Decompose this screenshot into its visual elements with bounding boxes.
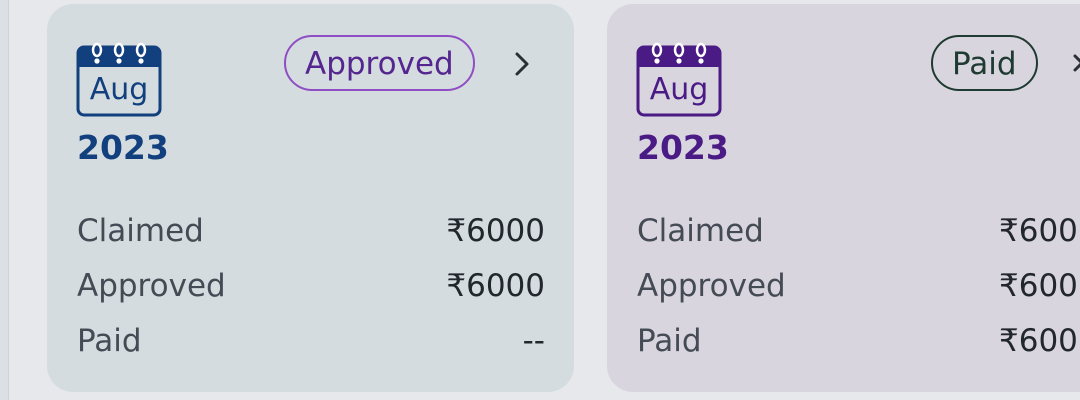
claimed-label: Claimed <box>637 213 764 249</box>
close-icon[interactable] <box>1070 50 1080 78</box>
paid-label: Paid <box>637 323 702 359</box>
approved-value: ₹6000 <box>446 268 545 304</box>
claimed-label: Claimed <box>77 213 204 249</box>
claimed-row: Claimed ₹6000 <box>77 211 545 251</box>
calendar-icon: Aug <box>76 41 162 117</box>
claim-year: 2023 <box>77 128 169 167</box>
paid-label: Paid <box>77 323 142 359</box>
approved-row: Approved ₹6000 <box>77 266 545 306</box>
paid-row: Paid -- <box>77 321 545 361</box>
claim-card-aug-2023-approved[interactable]: Aug 2023 Approved Claimed ₹6000 Approved… <box>47 4 574 392</box>
approved-label: Approved <box>637 268 786 304</box>
approved-value: ₹600 <box>999 268 1078 304</box>
calendar-icon: Aug <box>636 41 722 117</box>
claimed-value: ₹600 <box>999 213 1078 249</box>
paid-row: Paid ₹600 <box>637 321 1080 361</box>
claimed-value: ₹6000 <box>446 213 545 249</box>
calendar-month-label: Aug <box>89 72 149 107</box>
left-edge-divider <box>0 0 9 400</box>
close-icon-graphic <box>1073 54 1080 72</box>
approved-row: Approved ₹600 <box>637 266 1080 306</box>
status-badge: Paid <box>931 35 1038 91</box>
status-badge: Approved <box>284 35 475 91</box>
chevron-right-icon[interactable] <box>512 50 532 78</box>
claims-card-strip: Aug 2023 Approved Claimed ₹6000 Approved… <box>0 0 1080 400</box>
paid-value: -- <box>522 323 545 359</box>
approved-label: Approved <box>77 268 226 304</box>
claimed-row: Claimed ₹600 <box>637 211 1080 251</box>
claim-card-aug-2023-paid[interactable]: Aug 2023 Paid Claimed ₹600 Approved ₹600… <box>607 4 1080 392</box>
calendar-month-label: Aug <box>649 72 709 107</box>
claim-year: 2023 <box>637 128 729 167</box>
paid-value: ₹600 <box>999 323 1078 359</box>
chevron-right-icon-graphic <box>515 52 529 76</box>
